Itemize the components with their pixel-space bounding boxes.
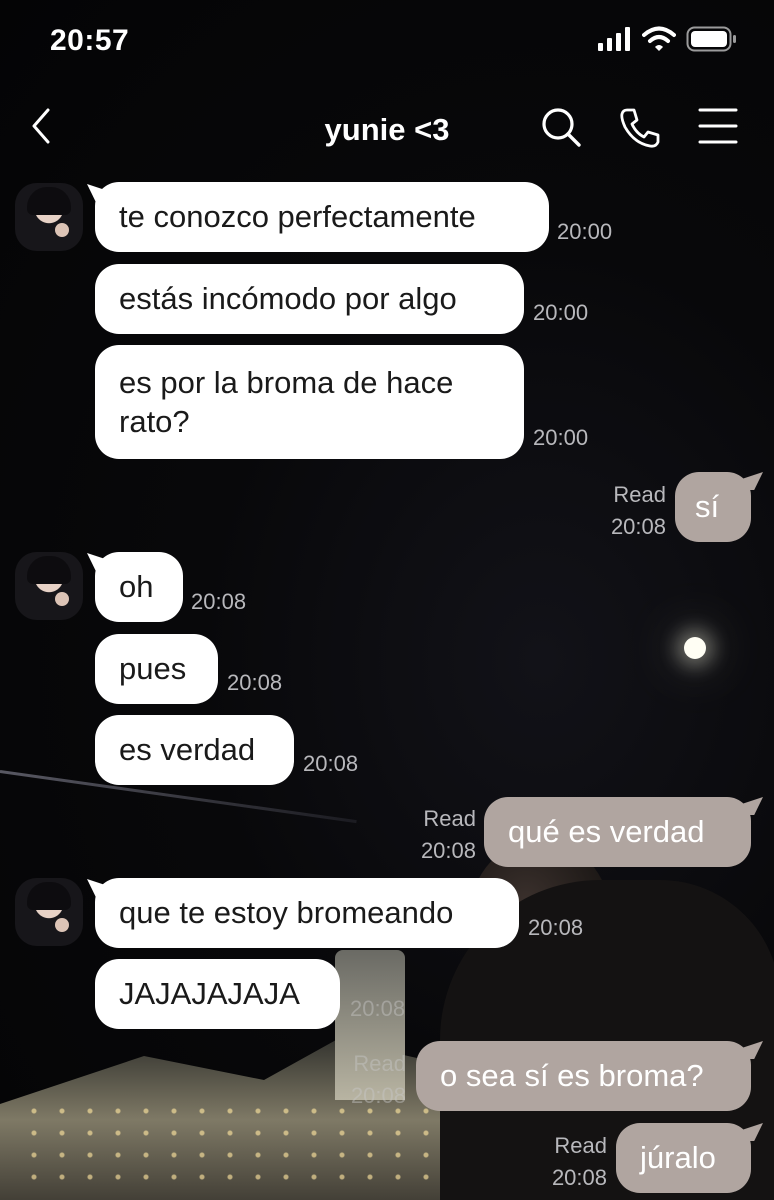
message-text: qué es verdad [508,814,705,850]
message-time: 20:08 [350,1083,406,1108]
message-time: 20:08 [227,670,283,695]
message-time: 20:08 [420,838,476,863]
message-text: es por la broma de hace rato? [119,365,454,440]
message-bubble-outgoing[interactable]: qué es verdad [484,797,751,867]
bubble-tail [741,472,763,490]
message-bubble-incoming[interactable]: que te estoy bromeando [95,878,519,948]
message-meta: Read 20:08 [396,803,476,867]
message-bubble-incoming[interactable]: pues [95,634,218,704]
message-time: 20:08 [303,751,359,776]
message-meta: Read 20:08 [586,479,666,543]
message-meta: Read 20:08 [527,1130,607,1194]
message-bubble-incoming[interactable]: estás incómodo por algo [95,264,524,334]
message-bubble-incoming[interactable]: JAJAJAJAJA [95,959,340,1029]
bubble-tail [741,1123,763,1141]
message-bubble-incoming[interactable]: te conozco perfectamente [95,182,549,252]
read-receipt: Read [353,1051,406,1076]
message-bubble-outgoing[interactable]: júralo [616,1123,751,1193]
message-bubble-incoming[interactable]: es verdad [95,715,294,785]
message-text: o sea sí es broma? [440,1058,704,1094]
message-bubble-outgoing[interactable]: sí [675,472,751,542]
message-bubble-incoming[interactable]: es por la broma de hace rato? [95,345,524,459]
message-bubble-incoming[interactable]: oh [95,552,183,622]
message-time: 20:08 [551,1165,607,1190]
message-bubble-outgoing[interactable]: o sea sí es broma? [416,1041,751,1111]
message-text: te conozco perfectamente [119,199,476,235]
read-receipt: Read [423,806,476,831]
message-time: 20:00 [533,300,589,325]
message-time: 20:00 [533,425,589,450]
read-receipt: Read [613,482,666,507]
message-text: júralo [640,1140,716,1176]
avatar[interactable] [15,552,83,620]
message-text: es verdad [119,732,256,768]
read-receipt: Read [554,1133,607,1158]
message-text: sí [695,489,720,525]
message-time: 20:08 [610,514,666,539]
bubble-tail [741,1041,763,1059]
message-text: que te estoy bromeando [119,895,454,931]
avatar[interactable] [15,878,83,946]
message-text: oh [119,569,154,605]
message-time: 20:08 [350,996,406,1021]
message-time: 20:00 [557,219,613,244]
message-time: 20:08 [191,589,247,614]
message-text: estás incómodo por algo [119,281,457,317]
bubble-tail [741,797,763,815]
message-meta: Read 20:08 [326,1048,406,1112]
message-list[interactable]: te conozco perfectamente 20:00 estás inc… [0,0,774,1200]
message-text: pues [119,651,187,687]
message-text: JAJAJAJAJA [119,976,300,1012]
avatar[interactable] [15,183,83,251]
message-time: 20:08 [528,915,584,940]
